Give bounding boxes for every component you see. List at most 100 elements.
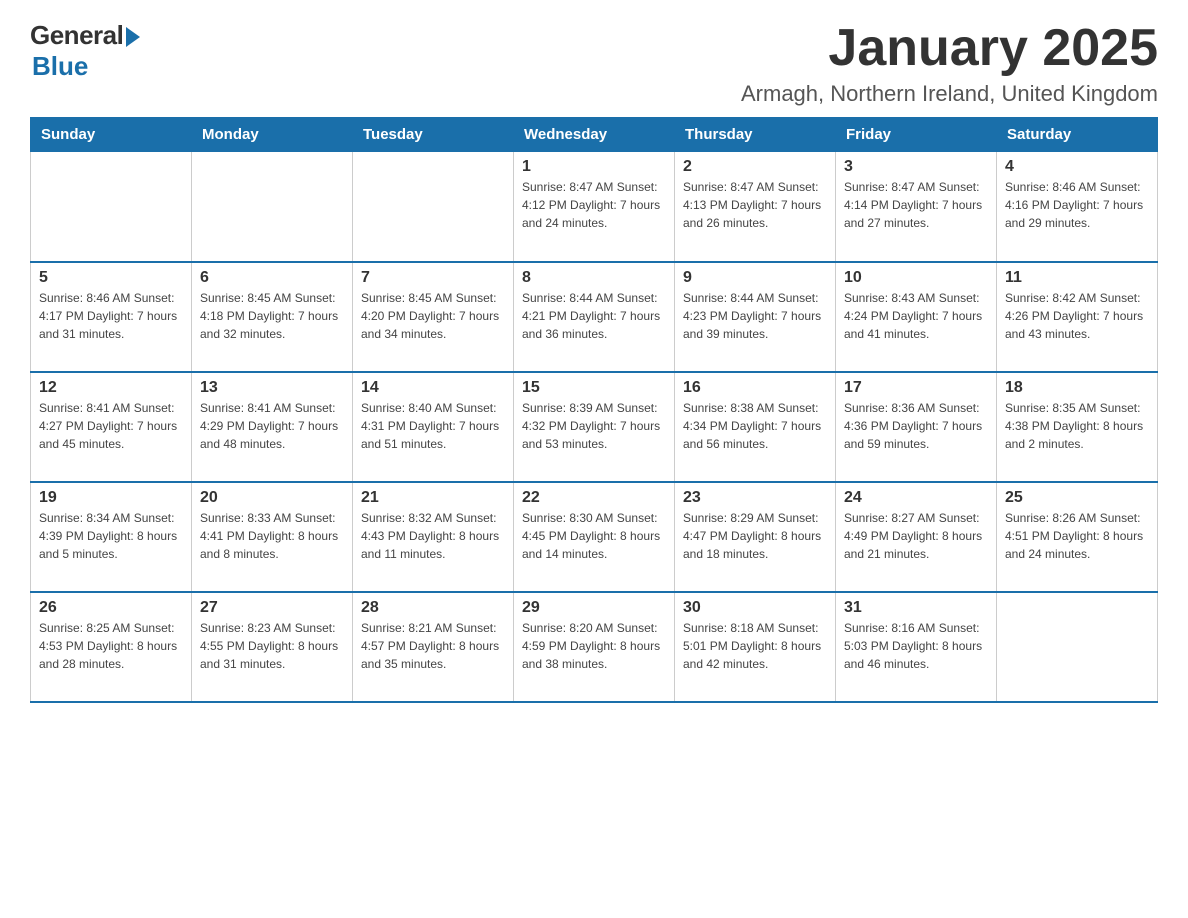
day-info-text: Sunrise: 8:30 AM Sunset: 4:45 PM Dayligh… — [522, 509, 666, 563]
day-info-text: Sunrise: 8:20 AM Sunset: 4:59 PM Dayligh… — [522, 619, 666, 673]
calendar-cell: 15 Sunrise: 8:39 AM Sunset: 4:32 PM Dayli… — [514, 372, 675, 482]
calendar-week-row: 12Sunrise: 8:41 AM Sunset: 4:27 PM Dayli… — [31, 372, 1158, 482]
day-info-text: Sunrise: 8:33 AM Sunset: 4:41 PM Dayligh… — [200, 509, 344, 563]
calendar-cell: 13 Sunrise: 8:41 AM Sunset: 4:29 PM Dayli… — [192, 372, 353, 482]
day-number: 21 — [361, 489, 505, 507]
calendar-cell: 22Sunrise: 8:30 AM Sunset: 4:45 PM Dayli… — [514, 482, 675, 592]
day-info-text: Sunrise: 8:32 AM Sunset: 4:43 PM Dayligh… — [361, 509, 505, 563]
logo-blue-text: Blue — [32, 51, 88, 82]
calendar-week-row: 26Sunrise: 8:25 AM Sunset: 4:53 PM Dayli… — [31, 592, 1158, 702]
day-number: 17 — [844, 379, 988, 397]
day-number: 30 — [683, 599, 827, 617]
day-number: 8 — [522, 269, 666, 287]
calendar-cell: 12Sunrise: 8:41 AM Sunset: 4:27 PM Dayli… — [31, 372, 192, 482]
calendar-cell: 27 Sunrise: 8:23 AM Sunset: 4:55 PM Dayli… — [192, 592, 353, 702]
day-number: 16 — [683, 379, 827, 397]
calendar-cell: 6 Sunrise: 8:45 AM Sunset: 4:18 PM Daylig… — [192, 262, 353, 372]
day-number: 7 — [361, 269, 505, 287]
day-info-text: Sunrise: 8:46 AM Sunset: 4:17 PM Dayligh… — [39, 289, 183, 343]
calendar-cell: 18 Sunrise: 8:35 AM Sunset: 4:38 PM Dayli… — [997, 372, 1158, 482]
day-info-text: Sunrise: 8:44 AM Sunset: 4:23 PM Dayligh… — [683, 289, 827, 343]
day-number: 20 — [200, 489, 344, 507]
logo-arrow-icon — [126, 27, 140, 47]
day-info-text: Sunrise: 8:41 AM Sunset: 4:29 PM Dayligh… — [200, 399, 344, 453]
calendar-header-day: Wednesday — [514, 118, 675, 152]
day-info-text: Sunrise: 8:21 AM Sunset: 4:57 PM Dayligh… — [361, 619, 505, 673]
calendar-cell: 8 Sunrise: 8:44 AM Sunset: 4:21 PM Daylig… — [514, 262, 675, 372]
logo: General Blue — [30, 20, 140, 82]
day-number: 4 — [1005, 158, 1149, 176]
calendar-cell: 28 Sunrise: 8:21 AM Sunset: 4:57 PM Dayli… — [353, 592, 514, 702]
day-number: 24 — [844, 489, 988, 507]
calendar-cell: 1Sunrise: 8:47 AM Sunset: 4:12 PM Daylig… — [514, 152, 675, 262]
calendar-cell: 21 Sunrise: 8:32 AM Sunset: 4:43 PM Dayli… — [353, 482, 514, 592]
day-number: 18 — [1005, 379, 1149, 397]
calendar-cell: 31Sunrise: 8:16 AM Sunset: 5:03 PM Dayli… — [836, 592, 997, 702]
calendar-cell: 4 Sunrise: 8:46 AM Sunset: 4:16 PM Daylig… — [997, 152, 1158, 262]
day-info-text: Sunrise: 8:46 AM Sunset: 4:16 PM Dayligh… — [1005, 178, 1149, 232]
day-info-text: Sunrise: 8:43 AM Sunset: 4:24 PM Dayligh… — [844, 289, 988, 343]
day-number: 31 — [844, 599, 988, 617]
calendar-cell: 17 Sunrise: 8:36 AM Sunset: 4:36 PM Dayli… — [836, 372, 997, 482]
calendar-header-day: Monday — [192, 118, 353, 152]
calendar-cell — [353, 152, 514, 262]
calendar-cell: 10Sunrise: 8:43 AM Sunset: 4:24 PM Dayli… — [836, 262, 997, 372]
day-info-text: Sunrise: 8:18 AM Sunset: 5:01 PM Dayligh… — [683, 619, 827, 673]
day-info-text: Sunrise: 8:29 AM Sunset: 4:47 PM Dayligh… — [683, 509, 827, 563]
day-info-text: Sunrise: 8:35 AM Sunset: 4:38 PM Dayligh… — [1005, 399, 1149, 453]
calendar-cell: 2Sunrise: 8:47 AM Sunset: 4:13 PM Daylig… — [675, 152, 836, 262]
page-header: General Blue January 2025 Armagh, Northe… — [30, 20, 1158, 107]
calendar-cell: 23 Sunrise: 8:29 AM Sunset: 4:47 PM Dayli… — [675, 482, 836, 592]
calendar-header-day: Sunday — [31, 118, 192, 152]
day-number: 5 — [39, 269, 183, 287]
calendar-cell — [31, 152, 192, 262]
day-info-text: Sunrise: 8:45 AM Sunset: 4:20 PM Dayligh… — [361, 289, 505, 343]
day-info-text: Sunrise: 8:38 AM Sunset: 4:34 PM Dayligh… — [683, 399, 827, 453]
calendar-header-day: Thursday — [675, 118, 836, 152]
day-number: 29 — [522, 599, 666, 617]
day-number: 19 — [39, 489, 183, 507]
day-info-text: Sunrise: 8:41 AM Sunset: 4:27 PM Dayligh… — [39, 399, 183, 453]
day-info-text: Sunrise: 8:47 AM Sunset: 4:13 PM Dayligh… — [683, 178, 827, 232]
day-number: 9 — [683, 269, 827, 287]
day-number: 15 — [522, 379, 666, 397]
calendar-cell: 5 Sunrise: 8:46 AM Sunset: 4:17 PM Daylig… — [31, 262, 192, 372]
day-info-text: Sunrise: 8:45 AM Sunset: 4:18 PM Dayligh… — [200, 289, 344, 343]
logo-general-text: General — [30, 20, 123, 51]
day-number: 27 — [200, 599, 344, 617]
day-info-text: Sunrise: 8:23 AM Sunset: 4:55 PM Dayligh… — [200, 619, 344, 673]
calendar-week-row: 19Sunrise: 8:34 AM Sunset: 4:39 PM Dayli… — [31, 482, 1158, 592]
day-info-text: Sunrise: 8:26 AM Sunset: 4:51 PM Dayligh… — [1005, 509, 1149, 563]
calendar-cell: 7 Sunrise: 8:45 AM Sunset: 4:20 PM Daylig… — [353, 262, 514, 372]
day-info-text: Sunrise: 8:40 AM Sunset: 4:31 PM Dayligh… — [361, 399, 505, 453]
day-number: 1 — [522, 158, 666, 176]
day-number: 28 — [361, 599, 505, 617]
calendar-week-row: 5 Sunrise: 8:46 AM Sunset: 4:17 PM Daylig… — [31, 262, 1158, 372]
calendar-cell: 3Sunrise: 8:47 AM Sunset: 4:14 PM Daylig… — [836, 152, 997, 262]
day-number: 23 — [683, 489, 827, 507]
calendar-week-row: 1Sunrise: 8:47 AM Sunset: 4:12 PM Daylig… — [31, 152, 1158, 262]
day-info-text: Sunrise: 8:44 AM Sunset: 4:21 PM Dayligh… — [522, 289, 666, 343]
month-title: January 2025 — [741, 20, 1158, 77]
day-info-text: Sunrise: 8:36 AM Sunset: 4:36 PM Dayligh… — [844, 399, 988, 453]
calendar-cell: 26Sunrise: 8:25 AM Sunset: 4:53 PM Dayli… — [31, 592, 192, 702]
calendar-header-day: Friday — [836, 118, 997, 152]
calendar-header-day: Tuesday — [353, 118, 514, 152]
calendar-header-row: SundayMondayTuesdayWednesdayThursdayFrid… — [31, 118, 1158, 152]
calendar-cell: 14 Sunrise: 8:40 AM Sunset: 4:31 PM Dayli… — [353, 372, 514, 482]
day-info-text: Sunrise: 8:39 AM Sunset: 4:32 PM Dayligh… — [522, 399, 666, 453]
calendar-cell: 16 Sunrise: 8:38 AM Sunset: 4:34 PM Dayli… — [675, 372, 836, 482]
calendar-cell: 25Sunrise: 8:26 AM Sunset: 4:51 PM Dayli… — [997, 482, 1158, 592]
day-number: 14 — [361, 379, 505, 397]
day-number: 26 — [39, 599, 183, 617]
calendar-cell: 24Sunrise: 8:27 AM Sunset: 4:49 PM Dayli… — [836, 482, 997, 592]
day-info-text: Sunrise: 8:42 AM Sunset: 4:26 PM Dayligh… — [1005, 289, 1149, 343]
calendar-cell: 11 Sunrise: 8:42 AM Sunset: 4:26 PM Dayli… — [997, 262, 1158, 372]
day-number: 11 — [1005, 269, 1149, 287]
calendar-cell: 29 Sunrise: 8:20 AM Sunset: 4:59 PM Dayli… — [514, 592, 675, 702]
location-subtitle: Armagh, Northern Ireland, United Kingdom — [741, 81, 1158, 107]
day-number: 6 — [200, 269, 344, 287]
day-info-text: Sunrise: 8:47 AM Sunset: 4:14 PM Dayligh… — [844, 178, 988, 232]
day-number: 13 — [200, 379, 344, 397]
calendar-cell — [997, 592, 1158, 702]
